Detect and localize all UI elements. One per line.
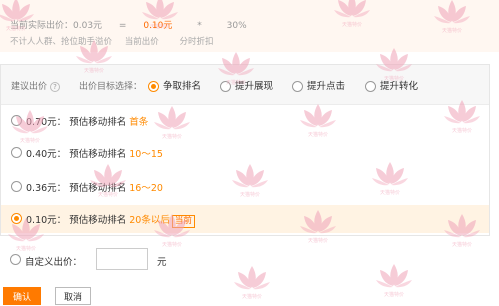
goal-label: 争取排名 [163,81,202,92]
bid-price: 0.10元： [26,215,67,226]
goal-label: 提升展现 [235,81,274,92]
radio-icon[interactable] [11,213,22,224]
goal-select-label: 出价目标选择： [79,82,143,92]
panel-header: 建议出价? 出价目标选择： 争取排名 提升展现 提升点击 提升转化 [1,65,489,105]
formula-line: 当前实际出价：0.03元 = 0.10元 * 30% [10,18,247,31]
help-icon[interactable]: ? [50,81,61,92]
radio-icon[interactable] [292,81,303,92]
rank-range: 20条以后 [129,215,170,226]
equals-sign: = [118,21,127,31]
bid-option-row-selected[interactable]: 0.10元： 预估移动排名 20条以后 当前 [1,205,489,233]
bid-option-text: 0.40元： 预估移动排名 10～15 [26,146,163,160]
bid-option-row[interactable]: 0.70元： 预估移动排名 首条 [1,107,489,135]
bid-option-text: 0.70元： 预估移动排名 首条 [26,114,148,128]
svg-text:天猫特价: 天猫特价 [242,293,262,300]
custom-bid-row: 自定义出价： 元 [0,248,499,272]
radio-icon[interactable] [365,81,376,92]
suggested-bid-panel: 建议出价? 出价目标选择： 争取排名 提升展现 提升点击 提升转化 0.70元：… [0,64,490,236]
svg-text:天猫特价: 天猫特价 [452,241,472,248]
bid-option-text: 0.10元： 预估移动排名 20条以后 当前 [26,212,195,228]
radio-icon[interactable] [148,81,159,92]
rank-description: 预估移动排名 [69,149,127,160]
goal-option-impressions[interactable]: 提升展现 [220,78,273,92]
current-badge: 当前 [171,215,195,228]
rank-description: 预估移动排名 [69,117,127,128]
rank-range: 10～15 [129,149,163,160]
radio-icon[interactable] [11,181,22,192]
actual-bid-label: 当前实际出价：0.03元 [10,21,103,31]
base-bid-value: 0.10元 [143,21,173,31]
formula-note-premium: 不计人人群、抢位助手溢价 [10,37,113,47]
radio-icon[interactable] [11,147,22,158]
formula-notes: 不计人人群、抢位助手溢价 当前出价 分时折扣 [10,35,213,47]
goal-option-clicks[interactable]: 提升点击 [292,78,345,92]
svg-text:天猫特价: 天猫特价 [308,237,328,244]
bid-option-row[interactable]: 0.36元： 预估移动排名 16～20 [1,173,489,201]
goal-label: 提升点击 [307,81,346,92]
confirm-button[interactable]: 确认 [3,287,41,305]
discount-percent: 30% [226,21,247,31]
formula-note-current: 当前出价 [124,37,159,47]
bid-option-text: 0.36元： 预估移动排名 16～20 [26,180,163,194]
times-sign: * [197,21,202,31]
radio-icon[interactable] [220,81,231,92]
currency-unit: 元 [157,257,167,268]
radio-icon[interactable] [11,115,22,126]
bid-price: 0.70元： [26,117,67,128]
goal-option-rank[interactable]: 争取排名 [148,78,201,92]
svg-text:天猫特价: 天猫特价 [384,291,404,298]
radio-icon[interactable] [10,254,21,265]
suggest-bid-title: 建议出价? [11,79,61,92]
svg-text:天猫特价: 天猫特价 [162,241,182,248]
goal-label: 提升转化 [380,81,419,92]
custom-bid-input[interactable] [96,248,148,270]
custom-bid-label: 自定义出价： [25,257,83,268]
cancel-button[interactable]: 取消 [55,287,91,305]
suggest-bid-label: 建议出价 [11,82,48,92]
bid-price: 0.40元： [26,149,67,160]
rank-description: 预估移动排名 [69,215,127,226]
rank-description: 预估移动排名 [69,183,127,194]
bid-price: 0.36元： [26,183,67,194]
goal-option-conversion[interactable]: 提升转化 [365,78,418,92]
rank-range: 首条 [129,117,149,128]
bid-formula-bar: 当前实际出价：0.03元 = 0.10元 * 30% 不计人人群、抢位助手溢价 … [0,0,499,52]
bid-option-row[interactable]: 0.40元： 预估移动排名 10～15 [1,139,489,167]
formula-note-timeslot: 分时折扣 [179,37,214,47]
rank-range: 16～20 [129,183,163,194]
